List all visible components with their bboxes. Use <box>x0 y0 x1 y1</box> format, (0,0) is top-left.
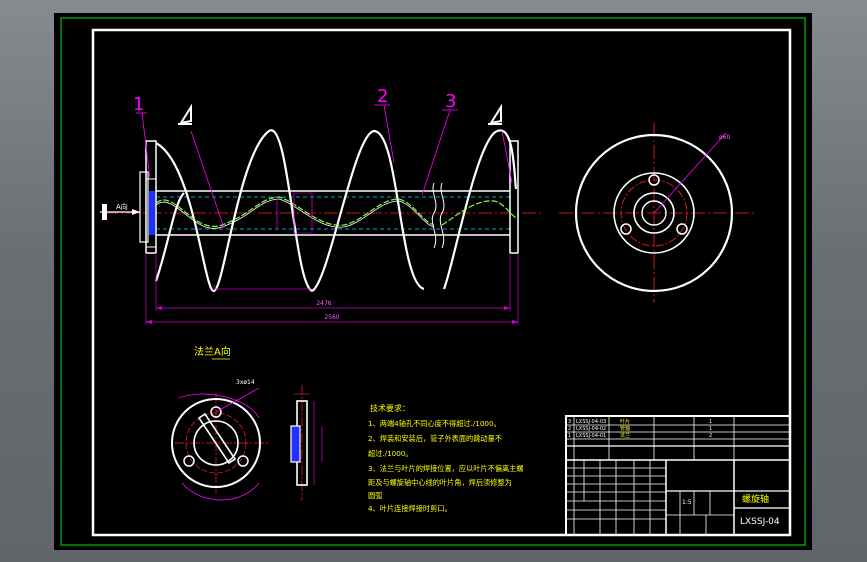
tech-line-6: 圆弧 <box>368 491 382 500</box>
roughness-symbol-icon <box>178 103 192 125</box>
flange-detail: 法兰A向 3xø14 <box>171 345 323 501</box>
part-name-1: 法兰 <box>620 432 630 439</box>
part-no-3: 3 <box>568 419 571 425</box>
part-qty-2: 1 <box>709 426 712 432</box>
part-code-2: LXSSJ-04-02 <box>576 426 606 432</box>
drawing-code: LXSSJ-04 <box>740 517 780 527</box>
dimension-overall-length: 2560 <box>324 314 339 321</box>
tech-line-1: 1、两端4轴孔不同心度不得超过.∕1000。 <box>368 419 501 428</box>
flange-hole-label: 3xø14 <box>236 379 255 386</box>
part-no-2: 2 <box>568 426 571 432</box>
side-view: ø60 <box>559 123 754 303</box>
engineering-drawing: 2476 2560 A向 1 2 3 ø60 法兰A向 3xø14 技术要求： … <box>60 17 806 546</box>
tech-line-2: 2、焊装和安装后，管子外表面的跳动量不 <box>368 434 502 443</box>
part-qty-3: 1 <box>709 419 712 425</box>
side-view-diameter: ø60 <box>719 134 730 141</box>
flange-detail-title: 法兰A向 <box>194 345 231 358</box>
callout-2: 2 <box>377 86 388 107</box>
roughness-symbol-icon <box>488 103 502 125</box>
scale-value: 1:5 <box>682 499 692 506</box>
cad-viewport[interactable]: 2476 2560 A向 1 2 3 ø60 法兰A向 3xø14 技术要求： … <box>54 13 812 550</box>
drawing-name: 螺旋轴 <box>742 493 769 505</box>
part-code-1: LXSSJ-04-01 <box>576 433 606 439</box>
callout-3: 3 <box>445 91 456 112</box>
arrow-label: A向 <box>116 202 128 211</box>
part-qty-1: 2 <box>709 433 712 439</box>
tech-requirements-title: 技术要求： <box>370 403 410 413</box>
part-no-1: 1 <box>568 433 571 439</box>
part-name-2: 管轴 <box>620 425 630 432</box>
tech-line-3: 超过.∕1000。 <box>368 449 413 458</box>
tech-line-4: 3、法兰与叶片的焊接位置，应以叶片不偏离主螺 <box>368 464 524 473</box>
part-code-3: LXSSJ-04-03 <box>576 419 606 425</box>
pointer-arrow-icon <box>102 204 107 220</box>
callout-1: 1 <box>133 94 144 115</box>
dimension-inner-length: 2476 <box>316 300 331 307</box>
tech-requirements: 技术要求： 1、两端4轴孔不同心度不得超过.∕1000。 2、焊装和安装后，管子… <box>368 403 524 513</box>
part-name-3: 叶片 <box>620 418 630 425</box>
tech-line-5: 距及与螺旋轴中心线的叶片角，焊后须修整为 <box>368 478 512 487</box>
tech-line-7: 4、叶片连接焊接时剪口。 <box>368 504 452 513</box>
main-view: 2476 2560 A向 1 2 3 <box>100 86 544 325</box>
